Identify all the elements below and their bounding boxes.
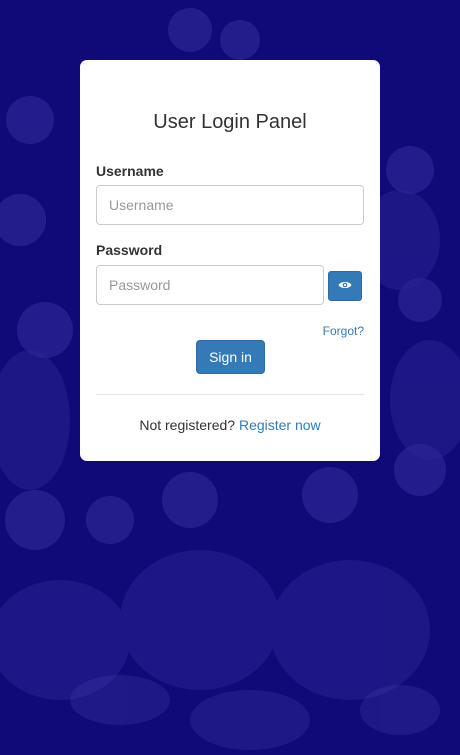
password-label: Password <box>96 242 163 258</box>
register-prompt: Not registered? Register now <box>80 417 380 433</box>
show-password-button[interactable] <box>328 271 362 301</box>
password-input[interactable] <box>96 265 324 305</box>
forgot-password-link[interactable]: Forgot? <box>323 324 364 338</box>
sign-in-button[interactable]: Sign in <box>196 340 265 374</box>
eye-icon <box>338 277 352 295</box>
divider <box>96 394 364 395</box>
register-now-link[interactable]: Register now <box>239 417 321 433</box>
username-label: Username <box>96 163 164 179</box>
register-prompt-text: Not registered? <box>139 417 236 433</box>
panel-title: User Login Panel <box>153 111 307 133</box>
username-input[interactable] <box>96 185 364 225</box>
login-panel: User Login Panel Username Password Forgo… <box>80 60 380 461</box>
